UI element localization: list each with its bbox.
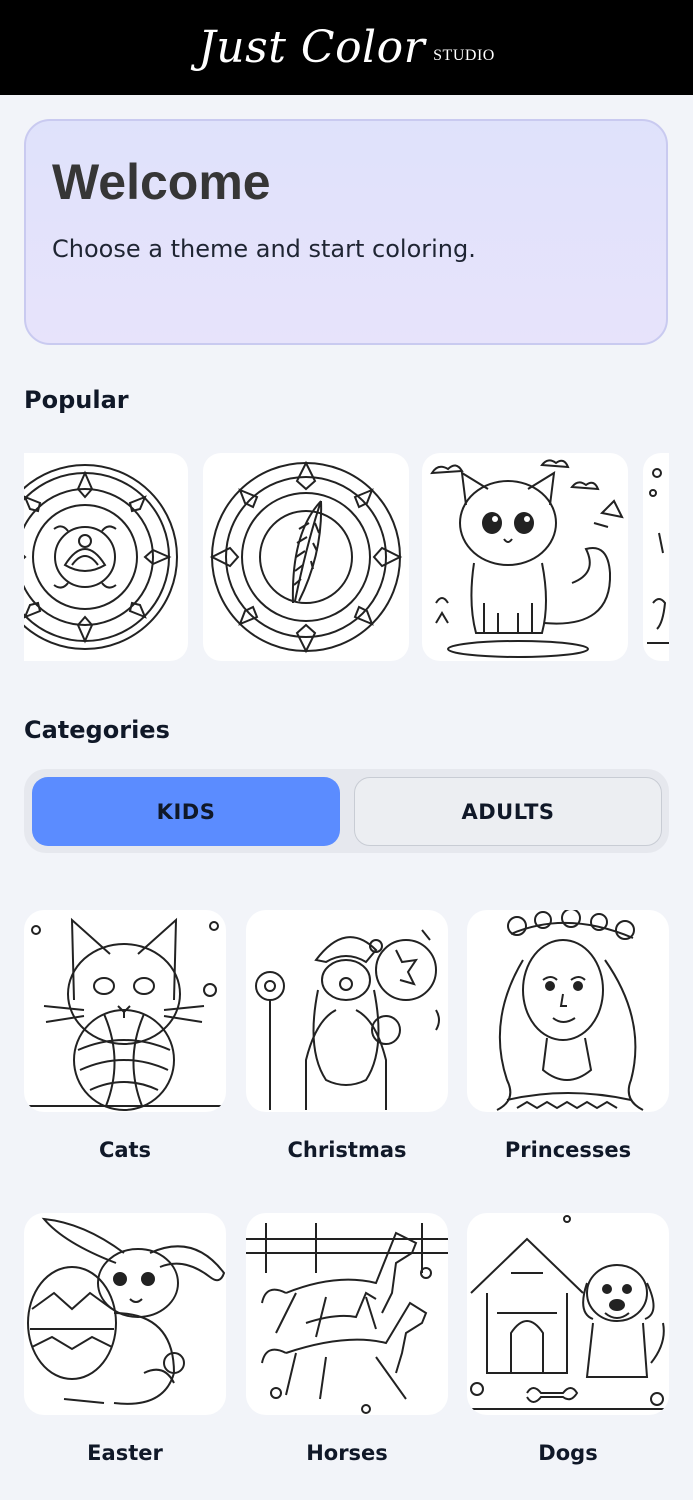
- tab-kids[interactable]: KIDS: [32, 777, 340, 846]
- popular-card[interactable]: [643, 453, 669, 661]
- popular-card[interactable]: [203, 453, 409, 661]
- audience-segmented-control: KIDS ADULTS: [24, 769, 669, 853]
- category-label: Horses: [306, 1441, 388, 1465]
- popular-card[interactable]: [24, 453, 188, 661]
- welcome-card: Welcome Choose a theme and start colorin…: [24, 119, 668, 345]
- welcome-subtitle: Choose a theme and start coloring.: [52, 235, 476, 263]
- santa-icon: [255, 929, 440, 1110]
- horses-icon: [246, 1223, 448, 1414]
- mandala-feather-icon: [209, 460, 403, 654]
- category-card-easter[interactable]: Easter: [24, 1213, 226, 1465]
- category-image[interactable]: [24, 1213, 226, 1415]
- category-image[interactable]: [24, 910, 226, 1112]
- popular-carousel[interactable]: [24, 453, 669, 661]
- category-card-dogs[interactable]: Dogs: [467, 1213, 669, 1465]
- category-image[interactable]: [467, 910, 669, 1112]
- tab-adults[interactable]: ADULTS: [354, 777, 662, 846]
- category-image[interactable]: [467, 1213, 669, 1415]
- category-label: Easter: [87, 1441, 163, 1465]
- kitten-scene-icon: [430, 459, 624, 658]
- category-card-horses[interactable]: Horses: [246, 1213, 448, 1465]
- category-image[interactable]: [246, 910, 448, 1112]
- category-card-christmas[interactable]: Christmas: [246, 910, 448, 1162]
- dog-icon: [467, 1215, 669, 1410]
- welcome-title: Welcome: [52, 154, 271, 210]
- mandala-lotus-icon: [24, 464, 178, 650]
- cat-icon: [24, 917, 226, 1111]
- category-label: Dogs: [538, 1441, 598, 1465]
- category-card-cats[interactable]: Cats: [24, 910, 226, 1162]
- category-image[interactable]: [246, 1213, 448, 1415]
- logo-wordmark: Just Color: [198, 22, 426, 73]
- category-label: Cats: [98, 1138, 152, 1162]
- popular-card[interactable]: [422, 453, 628, 661]
- logo-subtitle: STUDIO: [433, 46, 495, 64]
- category-card-princesses[interactable]: Princesses: [467, 910, 669, 1162]
- category-label: Christmas: [287, 1138, 407, 1162]
- popular-heading: Popular: [24, 386, 129, 414]
- partial-illustration-icon: [647, 468, 669, 644]
- app-header: Just Color STUDIO: [0, 0, 693, 95]
- princess-icon: [496, 910, 644, 1111]
- category-label: Princesses: [504, 1138, 632, 1162]
- easter-bunny-icon: [27, 1217, 226, 1405]
- categories-heading: Categories: [24, 716, 170, 744]
